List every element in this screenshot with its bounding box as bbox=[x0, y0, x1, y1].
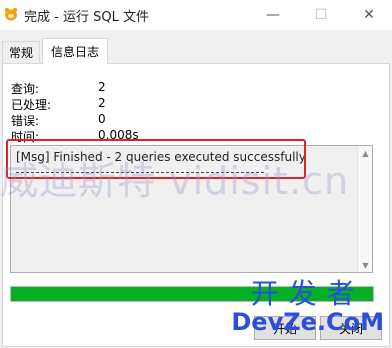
minimize-button[interactable]: — bbox=[250, 0, 296, 30]
close-button[interactable]: 关闭 bbox=[320, 316, 382, 340]
scroll-up-icon[interactable]: ▲ bbox=[358, 146, 373, 160]
window-title: 完成 - 运行 SQL 文件 bbox=[24, 10, 149, 25]
title-bar: 完成 - 运行 SQL 文件 — ☐ ✕ bbox=[0, 0, 392, 30]
maximize-button[interactable]: ☐ bbox=[298, 0, 344, 30]
scroll-down-icon[interactable]: ▼ bbox=[358, 258, 373, 272]
queries-value: 2 bbox=[98, 80, 106, 94]
log-scrollbar[interactable]: ▲ ▼ bbox=[357, 146, 372, 272]
red-highlight-box bbox=[6, 139, 306, 179]
tab-general[interactable]: 常规 bbox=[2, 41, 40, 63]
run-sql-file-dialog: 完成 - 运行 SQL 文件 — ☐ ✕ 常规 信息日志 查询: 2 已处理: … bbox=[0, 0, 392, 348]
errors-label: 错误: bbox=[11, 114, 40, 128]
processed-value: 2 bbox=[98, 96, 106, 110]
start-button[interactable]: 开始 bbox=[254, 316, 316, 340]
tab-message-log[interactable]: 信息日志 bbox=[42, 38, 108, 64]
queries-label: 查询: bbox=[11, 82, 40, 96]
progress-bar bbox=[10, 286, 374, 302]
navicat-app-icon bbox=[4, 7, 18, 21]
errors-value: 0 bbox=[98, 112, 106, 126]
close-window-button[interactable]: ✕ bbox=[346, 0, 392, 30]
processed-label: 已处理: bbox=[11, 98, 52, 112]
progress-fill bbox=[11, 287, 373, 301]
